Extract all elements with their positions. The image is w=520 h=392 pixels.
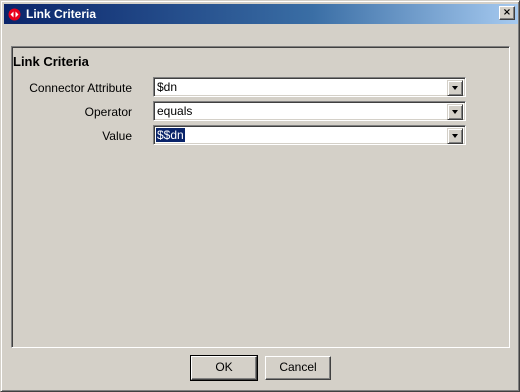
connector-attribute-dropdown-button[interactable]	[447, 80, 463, 96]
title-bar[interactable]: Link Criteria ×	[4, 4, 518, 24]
operator-value[interactable]: equals	[157, 104, 192, 118]
chevron-down-icon	[452, 110, 458, 114]
dialog-window: Link Criteria × Link Criteria Connector …	[0, 0, 520, 392]
window-title: Link Criteria	[26, 7, 97, 21]
operator-dropdown-button[interactable]	[447, 104, 463, 120]
operator-combo[interactable]: equals	[153, 101, 466, 121]
operator-label: Operator	[84, 105, 132, 119]
value-combo[interactable]: $$dn	[153, 125, 466, 145]
chevron-down-icon	[452, 134, 458, 138]
connector-attribute-combo[interactable]: $dn	[153, 77, 466, 97]
app-logo-icon	[8, 8, 21, 21]
cancel-button[interactable]: Cancel	[265, 356, 331, 380]
value-value[interactable]: $$dn	[156, 128, 185, 142]
close-icon: ×	[502, 7, 512, 18]
chevron-down-icon	[452, 86, 458, 90]
panel-title: Link Criteria	[13, 54, 89, 69]
value-dropdown-button[interactable]	[447, 128, 463, 144]
ok-button[interactable]: OK	[190, 355, 258, 381]
connector-attribute-value[interactable]: $dn	[157, 80, 177, 94]
close-button[interactable]: ×	[499, 6, 515, 20]
value-label: Value	[102, 129, 132, 143]
connector-attribute-label: Connector Attribute	[29, 81, 132, 95]
